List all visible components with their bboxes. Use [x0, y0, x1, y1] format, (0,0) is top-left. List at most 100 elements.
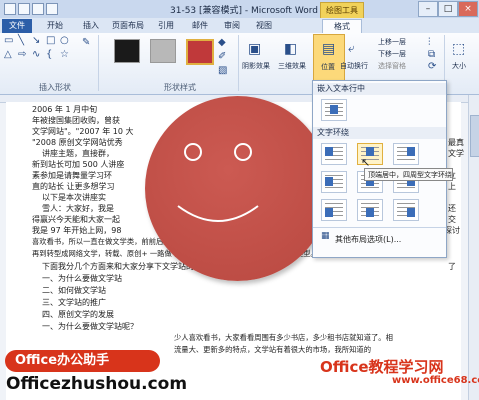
save-icon[interactable]: [18, 3, 30, 15]
bottom-right-wrap-option[interactable]: [393, 199, 419, 221]
shape-style-gray-swatch[interactable]: [150, 39, 176, 63]
right-eye: [234, 143, 252, 161]
three-d-effects-icon[interactable]: ◧: [284, 41, 297, 57]
align-icon[interactable]: ⫶: [428, 37, 431, 48]
curve-shape-icon[interactable]: ∿: [32, 49, 40, 60]
selection-pane-button[interactable]: 选择窗格: [378, 61, 406, 71]
edit-shape-icon[interactable]: ✎: [82, 37, 90, 48]
bring-forward-button[interactable]: 上移一层: [378, 37, 406, 47]
text-line: 2006 年 1 月中旬: [32, 105, 98, 114]
position-button-label: 位置: [321, 63, 335, 71]
window-title: 31-53 [兼容模式] - Microsoft Word: [170, 6, 318, 16]
text-line: 直的站长 让更多想学习: [32, 182, 115, 191]
text-box-shape-icon[interactable]: ▭: [4, 35, 13, 46]
group-icon[interactable]: ⧉: [428, 49, 435, 60]
text-line: 流量大、更新多的特点，文学站有着很大的市场，我所知道的: [174, 345, 372, 354]
tab-review[interactable]: 审阅: [218, 19, 246, 33]
maximize-button[interactable]: □: [438, 1, 458, 17]
shape-outline-icon[interactable]: ✐: [218, 51, 226, 62]
option-tooltip: 顶端居中，四周型文字环绕: [364, 168, 453, 181]
shape-style-black-swatch[interactable]: [114, 39, 140, 63]
text-line: 新到站长可加 500 人讲座: [32, 160, 125, 169]
top-left-wrap-option[interactable]: [321, 143, 347, 165]
shadow-effects-button[interactable]: 阴影效果: [242, 61, 270, 71]
send-backward-button[interactable]: 下移一层: [378, 49, 406, 59]
change-shape-icon[interactable]: ▧: [218, 65, 227, 76]
middle-left-wrap-option[interactable]: [321, 171, 347, 193]
text-fragment: 最真: [448, 138, 464, 147]
position-icon: ▤: [322, 41, 336, 57]
redo-icon[interactable]: [46, 3, 58, 15]
drawing-tools-context-label: 绘图工具: [320, 2, 364, 19]
oval-shape-icon[interactable]: ○: [60, 35, 69, 46]
close-button[interactable]: ×: [458, 1, 478, 17]
text-fragment: 还: [448, 204, 456, 213]
title-bar: 31-53 [兼容模式] - Microsoft Word 绘图工具 – □ ×: [0, 0, 479, 19]
auto-wrap-icon[interactable]: ⤶: [348, 41, 355, 56]
size-button[interactable]: 大小: [452, 61, 466, 71]
tab-home[interactable]: 开始: [40, 19, 70, 33]
tab-mailings[interactable]: 邮件: [186, 19, 214, 33]
line-shape-icon[interactable]: ╲: [18, 35, 24, 46]
text-line: 一、为什么要做文学站呢？: [42, 322, 138, 331]
text-line: 讲座主题，直接群，: [42, 149, 114, 158]
inline-with-text-header: 嵌入文本行中: [313, 83, 446, 95]
smiley-face-shape[interactable]: [145, 96, 330, 281]
minimize-button[interactable]: –: [418, 1, 438, 17]
vertical-scrollbar[interactable]: [468, 95, 479, 400]
left-eye: [184, 143, 202, 161]
layout-options-icon: ▦: [321, 231, 330, 241]
star-shape-icon[interactable]: ☆: [60, 49, 69, 60]
text-line: 我是 97 年开始上网，98: [32, 226, 122, 235]
smile-mouth: [177, 205, 259, 222]
tab-page-layout[interactable]: 页面布局: [108, 19, 148, 33]
text-line: 少人喜欢看书，大家看看周围有多少书店，多少租书店就知道了。相: [174, 333, 393, 342]
tab-references[interactable]: 引用: [152, 19, 180, 33]
text-wrapping-header: 文字环绕: [313, 127, 446, 139]
insert-shapes-group-label: 插入形状: [39, 83, 71, 92]
smiley-face-drawing: [177, 143, 259, 222]
word-app-icon[interactable]: [4, 3, 16, 15]
watermark-url: Officezhushou.com: [6, 374, 188, 394]
text-fragment: 上: [448, 182, 456, 191]
text-line: 二、如何做文学站: [42, 286, 106, 295]
brace-shape-icon[interactable]: {: [46, 49, 52, 60]
inline-with-text-option[interactable]: [321, 99, 347, 121]
rotate-icon[interactable]: ⟳: [428, 61, 436, 72]
rectangle-shape-icon[interactable]: □: [46, 35, 55, 46]
tab-file[interactable]: 文件: [2, 19, 32, 33]
tab-insert[interactable]: 插入: [76, 19, 106, 33]
scrollbar-thumb[interactable]: [470, 115, 479, 157]
text-line: 三、文学站的推广: [42, 298, 106, 307]
text-line: 一、为什么要做文学站: [42, 274, 122, 283]
text-line: 得赢兴今天能和大家一起: [32, 215, 120, 224]
triangle-shape-icon[interactable]: △: [4, 49, 12, 60]
text-fragment: 交: [448, 215, 456, 224]
auto-wrap-button[interactable]: 自动换行: [340, 61, 368, 71]
text-line: 年被搜国集团收购，曾获: [32, 116, 120, 125]
position-button[interactable]: ▤ 位置: [313, 34, 345, 82]
shape-styles-group-label: 形状样式: [164, 83, 196, 92]
more-layout-options-item[interactable]: 其他布局选项(L)...: [335, 234, 401, 245]
text-line: "2008 原创文学网站优秀: [32, 138, 123, 147]
shadow-effects-icon[interactable]: ▣: [248, 41, 261, 57]
undo-icon[interactable]: [32, 3, 44, 15]
text-line: 以下是本次讲座实: [42, 193, 106, 202]
text-line: 素参加是请舞量学习环: [32, 171, 112, 180]
three-d-effects-button[interactable]: 三维效果: [278, 61, 306, 71]
text-line: 雪人：大家好，我是: [42, 204, 114, 213]
right-arrow-shape-icon[interactable]: ⇨: [18, 49, 26, 60]
text-line: 文学网站"。"2007 年 10 大: [32, 127, 134, 136]
tab-view[interactable]: 视图: [250, 19, 278, 33]
text-fragment: 文学: [448, 149, 464, 158]
tab-format[interactable]: 格式: [322, 19, 362, 34]
bottom-left-wrap-option[interactable]: [321, 199, 347, 221]
shape-style-red-swatch[interactable]: [186, 39, 214, 65]
size-icon[interactable]: ⬚: [452, 41, 465, 57]
text-fragment: 了: [448, 262, 456, 271]
ribbon-tabs: 文件 开始 插入 页面布局 引用 邮件 审阅 视图 格式: [0, 18, 479, 34]
bottom-center-wrap-option[interactable]: [357, 199, 383, 221]
top-right-wrap-option[interactable]: [393, 143, 419, 165]
arrow-shape-icon[interactable]: ↘: [32, 35, 40, 46]
shape-fill-icon[interactable]: ◆: [218, 37, 226, 48]
